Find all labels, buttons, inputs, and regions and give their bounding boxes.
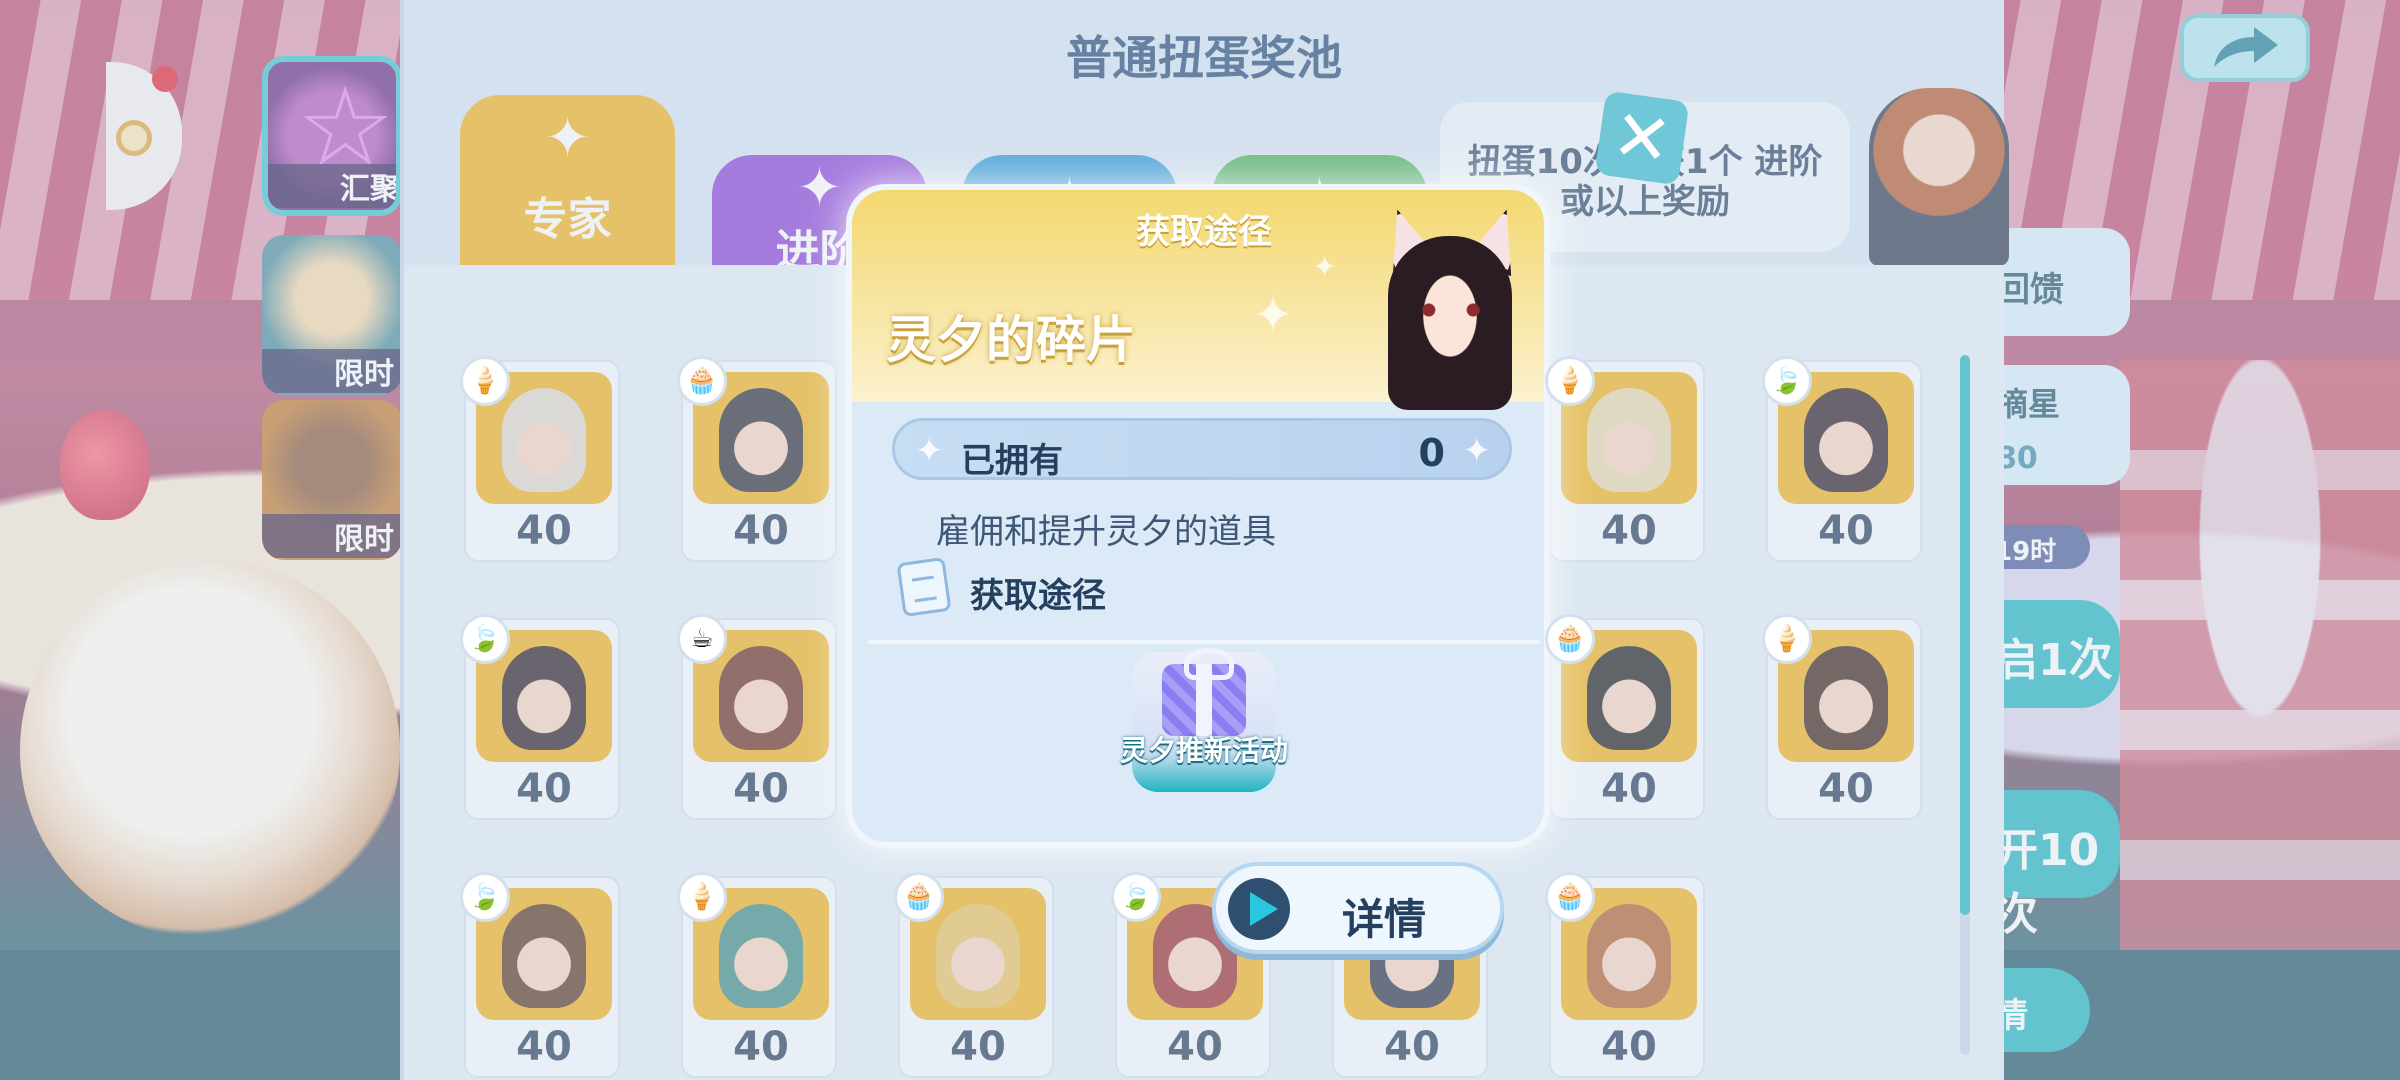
close-button[interactable]: ✕	[1594, 90, 1690, 186]
ice-cream-icon: 🍦	[677, 872, 727, 922]
item-source-popup: ✦ ✦ 获取途径 灵夕的碎片 ✦ 已拥有 0 ✦ 雇佣和提升灵夕的道具 获取途径	[846, 184, 1550, 848]
cupcake-icon: 🧁	[1545, 872, 1595, 922]
coffee-bean-icon: ☕	[677, 614, 727, 664]
source-label: 获取途径	[970, 576, 1106, 616]
popup-body: ✦ ✦ 获取途径 灵夕的碎片 ✦ 已拥有 0 ✦ 雇佣和提升灵夕的道具 获取途径	[846, 184, 1550, 848]
leaf-icon: 🍃	[460, 872, 510, 922]
cupcake-icon: 🧁	[1545, 614, 1595, 664]
ice-cream-icon: 🍦	[460, 356, 510, 406]
sparkle-icon: ✦	[915, 431, 944, 471]
ice-cream-icon: 🍦	[1545, 356, 1595, 406]
detail-button[interactable]: 详情	[1212, 862, 1504, 954]
owned-value: 0	[1418, 431, 1445, 475]
activity-source-button[interactable]: 灵夕推新活动	[1120, 648, 1288, 792]
activity-label: 灵夕推新活动	[1119, 734, 1288, 767]
close-icon: ✕	[1607, 93, 1677, 183]
leaf-icon: 🍃	[460, 614, 510, 664]
item-name: 灵夕的碎片	[886, 311, 1136, 369]
leaf-icon: 🍃	[1111, 872, 1161, 922]
leaf-icon: 🍃	[1762, 356, 1812, 406]
sparkle-icon: ✦	[1312, 250, 1338, 285]
gift-box-icon	[1162, 648, 1246, 736]
owned-label: 已拥有	[961, 441, 1063, 481]
character-head	[1388, 236, 1512, 410]
item-description: 雇佣和提升灵夕的道具	[936, 512, 1276, 552]
owned-count-bar: ✦ 已拥有 0 ✦	[892, 418, 1512, 481]
popup-header: ✦ ✦ 获取途径 灵夕的碎片	[852, 190, 1544, 410]
character-eyes	[1414, 302, 1488, 318]
divider	[868, 640, 1540, 644]
sparkle-icon: ✦	[1252, 286, 1294, 344]
cupcake-icon: 🧁	[677, 356, 727, 406]
play-icon	[1228, 878, 1290, 940]
ice-cream-icon: 🍦	[1762, 614, 1812, 664]
character-portrait	[1352, 200, 1548, 410]
scroll-icon	[896, 556, 952, 618]
sparkle-icon: ✦	[1462, 431, 1492, 471]
detail-button-label: 详情	[1342, 895, 1427, 944]
cupcake-icon: 🧁	[894, 872, 944, 922]
